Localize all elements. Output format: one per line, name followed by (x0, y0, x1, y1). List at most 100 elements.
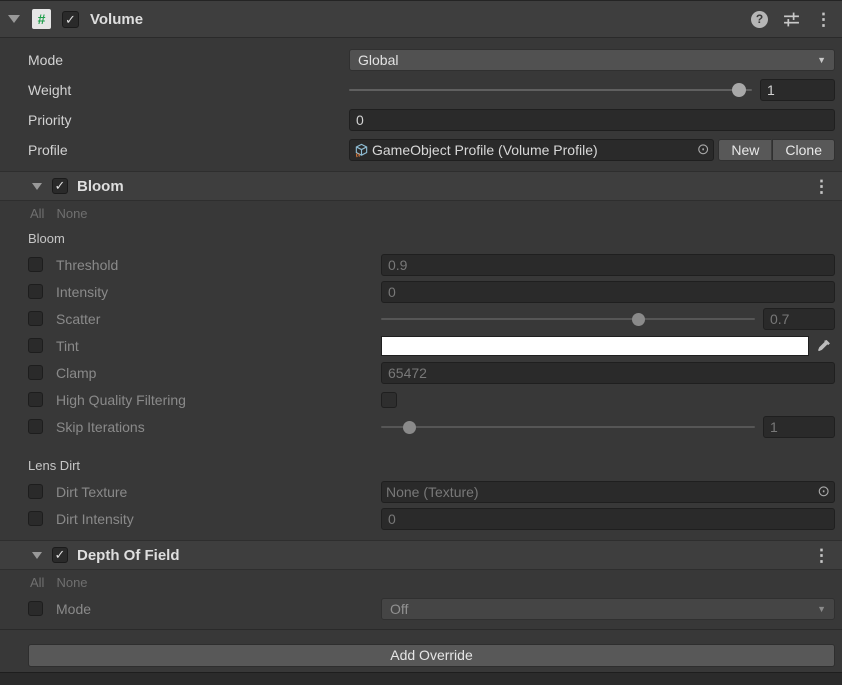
dof-none-link[interactable]: None (56, 575, 87, 590)
bloom-title: Bloom (77, 178, 124, 195)
panel-bottom-strip (0, 672, 842, 685)
hqf-label: High Quality Filtering (43, 392, 381, 408)
lens-dirt-subheader: Lens Dirt (0, 440, 842, 478)
help-icon[interactable]: ? (751, 11, 768, 28)
foldout-arrow-icon[interactable] (32, 552, 42, 559)
volume-inspector-panel: # ✓ Volume ? ⋮ Mode Global ▼ (0, 0, 842, 685)
high-quality-filtering-row: High Quality Filtering (0, 386, 842, 413)
clamp-row: Clamp 65472 (0, 359, 842, 386)
chevron-down-icon: ▼ (817, 604, 826, 614)
slider-track (349, 89, 752, 91)
volume-enabled-checkbox[interactable]: ✓ (62, 11, 79, 28)
scatter-override-checkbox[interactable] (28, 311, 43, 326)
priority-field[interactable]: 0 (349, 109, 835, 131)
depth-of-field-section-header: ✓ Depth Of Field ⋮ (0, 540, 842, 570)
volume-component-header: # ✓ Volume ? ⋮ (0, 1, 842, 38)
skip-label: Skip Iterations (43, 419, 381, 435)
skip-override-checkbox[interactable] (28, 419, 43, 434)
profile-value: GameObject Profile (Volume Profile) (372, 142, 693, 158)
dof-mode-override-checkbox[interactable] (28, 601, 43, 616)
kebab-menu-icon[interactable]: ⋮ (813, 178, 830, 195)
new-profile-button[interactable]: New (718, 139, 772, 161)
tint-override-checkbox[interactable] (28, 338, 43, 353)
dof-mode-value: Off (390, 601, 408, 617)
weight-label: Weight (28, 82, 349, 98)
bloom-all-link[interactable]: All (30, 206, 44, 221)
presets-icon[interactable] (783, 11, 800, 28)
dirt-texture-value: None (Texture) (386, 484, 813, 500)
bloom-all-none-row: All None (0, 201, 842, 225)
threshold-label: Threshold (43, 257, 381, 273)
profile-object-field[interactable]: GameObject Profile (Volume Profile) ⊙ (349, 139, 714, 161)
dof-all-none-row: All None (0, 570, 842, 594)
dof-enabled-checkbox[interactable]: ✓ (52, 547, 68, 563)
clamp-override-checkbox[interactable] (28, 365, 43, 380)
priority-row: Priority 0 (0, 105, 842, 135)
profile-label: Profile (28, 142, 349, 158)
dirt-intensity-override-checkbox[interactable] (28, 511, 43, 526)
tint-label: Tint (43, 338, 381, 354)
dirt-texture-override-checkbox[interactable] (28, 484, 43, 499)
intensity-label: Intensity (43, 284, 381, 300)
component-title: Volume (90, 11, 143, 28)
dirt-intensity-label: Dirt Intensity (43, 511, 381, 527)
slider-handle[interactable] (403, 421, 416, 434)
section-divider (0, 629, 842, 630)
slider-handle[interactable] (632, 313, 645, 326)
scatter-label: Scatter (43, 311, 381, 327)
bloom-enabled-checkbox[interactable]: ✓ (52, 178, 68, 194)
scatter-value-field[interactable]: 0.7 (763, 308, 835, 330)
dirt-texture-label: Dirt Texture (43, 484, 381, 500)
slider-handle[interactable] (732, 83, 746, 97)
threshold-field[interactable]: 0.9 (381, 254, 835, 276)
foldout-arrow-icon[interactable] (8, 15, 20, 23)
skip-iterations-slider[interactable] (381, 416, 755, 438)
object-picker-icon[interactable]: ⊙ (817, 482, 830, 502)
skip-value-field[interactable]: 1 (763, 416, 835, 438)
kebab-menu-icon[interactable]: ⋮ (815, 11, 832, 28)
clone-profile-button[interactable]: Clone (772, 139, 835, 161)
slider-track (381, 318, 755, 320)
weight-slider[interactable] (349, 79, 752, 101)
weight-value-field[interactable]: 1 (760, 79, 835, 101)
volume-profile-icon (354, 143, 369, 158)
object-picker-icon[interactable]: ⊙ (697, 140, 710, 160)
intensity-row: Intensity 0 (0, 278, 842, 305)
dirt-texture-row: Dirt Texture None (Texture) ⊙ (0, 478, 842, 505)
skip-iterations-row: Skip Iterations 1 (0, 413, 842, 440)
dof-mode-label: Mode (43, 601, 381, 617)
script-icon: # (32, 9, 51, 29)
dirt-intensity-row: Dirt Intensity 0 (0, 505, 842, 532)
dirt-intensity-field[interactable]: 0 (381, 508, 835, 530)
dof-mode-row: Mode Off ▼ (0, 594, 842, 623)
weight-row: Weight 1 (0, 75, 842, 105)
bloom-section-header: ✓ Bloom ⋮ (0, 171, 842, 201)
add-override-button[interactable]: Add Override (28, 644, 835, 667)
mode-label: Mode (28, 52, 349, 68)
intensity-field[interactable]: 0 (381, 281, 835, 303)
hqf-checkbox[interactable] (381, 392, 397, 408)
eyedropper-icon[interactable] (813, 335, 835, 357)
dirt-texture-object-field[interactable]: None (Texture) ⊙ (381, 481, 835, 503)
dof-mode-dropdown[interactable]: Off ▼ (381, 598, 835, 620)
scatter-slider[interactable] (381, 308, 755, 330)
slider-track (381, 426, 755, 428)
kebab-menu-icon[interactable]: ⋮ (813, 547, 830, 564)
tint-row: Tint (0, 332, 842, 359)
threshold-override-checkbox[interactable] (28, 257, 43, 272)
mode-value: Global (358, 52, 398, 68)
mode-dropdown[interactable]: Global ▼ (349, 49, 835, 71)
profile-row: Profile GameObject Profile (Volume Profi… (0, 135, 842, 165)
clamp-label: Clamp (43, 365, 381, 381)
dof-all-link[interactable]: All (30, 575, 44, 590)
hqf-override-checkbox[interactable] (28, 392, 43, 407)
volume-properties: Mode Global ▼ Weight 1 Priority 0 (0, 38, 842, 171)
foldout-arrow-icon[interactable] (32, 183, 42, 190)
tint-color-swatch[interactable] (381, 336, 809, 356)
chevron-down-icon: ▼ (817, 55, 826, 65)
intensity-override-checkbox[interactable] (28, 284, 43, 299)
threshold-row: Threshold 0.9 (0, 251, 842, 278)
bloom-none-link[interactable]: None (56, 206, 87, 221)
bloom-subheader: Bloom (0, 225, 842, 251)
clamp-field[interactable]: 65472 (381, 362, 835, 384)
